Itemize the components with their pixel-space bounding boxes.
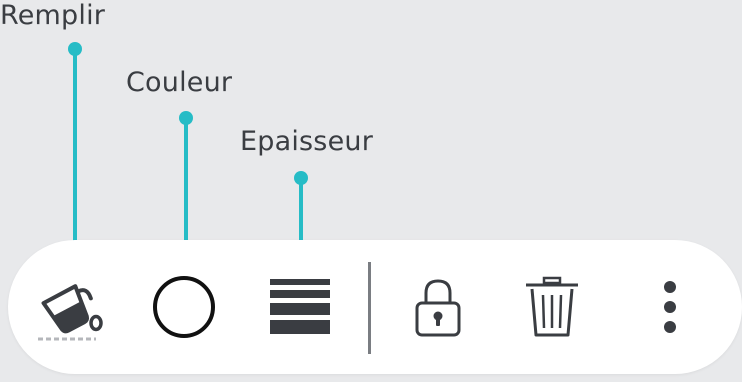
paint-bucket-icon — [38, 284, 103, 341]
circle-outline-icon — [153, 276, 215, 338]
more-options-button[interactable] — [628, 240, 712, 374]
line-thickness-icon — [270, 279, 330, 334]
fill-button[interactable] — [30, 240, 110, 374]
thickness-callout-label: Epaisseur — [240, 126, 374, 157]
more-vertical-icon — [664, 281, 676, 333]
color-callout-line — [179, 111, 193, 244]
thickness-callout-line — [294, 171, 308, 244]
lock-icon — [415, 279, 461, 337]
lock-button[interactable] — [398, 240, 478, 374]
trash-icon — [526, 276, 578, 337]
fill-callout-line — [68, 42, 82, 244]
fill-callout-dot — [68, 42, 82, 56]
color-button[interactable] — [144, 240, 224, 374]
color-callout-label: Couleur — [126, 67, 233, 98]
fill-callout-label: Remplir — [0, 0, 106, 31]
thickness-button[interactable] — [260, 240, 340, 374]
shape-toolbar — [8, 240, 742, 374]
toolbar-divider — [368, 262, 371, 354]
color-callout-dot — [179, 111, 193, 125]
delete-button[interactable] — [512, 240, 592, 374]
thickness-callout-dot — [294, 171, 308, 185]
